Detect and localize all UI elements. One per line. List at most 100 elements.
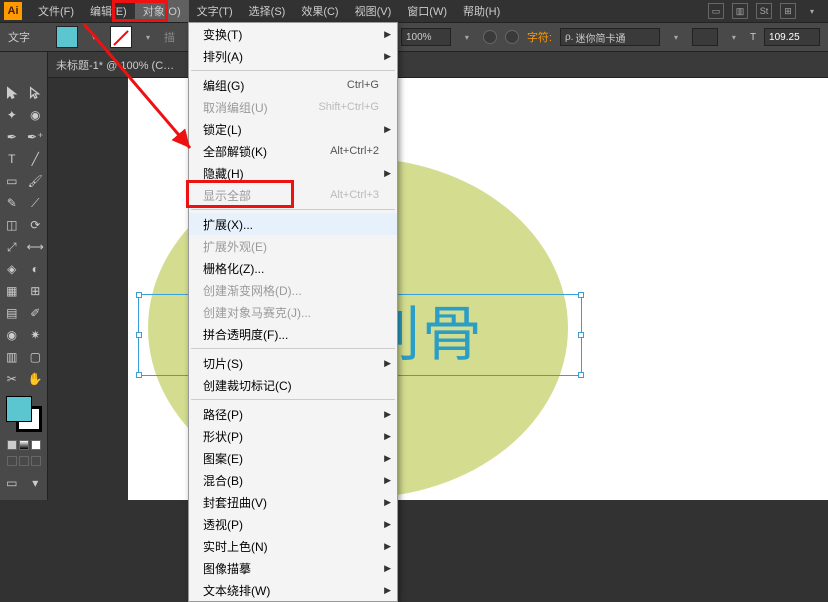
menu-type[interactable]: 文字(T) bbox=[189, 0, 241, 22]
font-dropdown-icon[interactable]: ▾ bbox=[668, 29, 684, 45]
handle-ml[interactable] bbox=[136, 332, 142, 338]
mesh-tool[interactable]: ⊞ bbox=[24, 280, 48, 302]
eraser-tool[interactable]: ◫ bbox=[0, 214, 24, 236]
menu-item-P[interactable]: 形状(P)▶ bbox=[189, 425, 397, 447]
menu-item-V[interactable]: 封套扭曲(V)▶ bbox=[189, 491, 397, 513]
screen-mode-tool[interactable]: ▭ bbox=[0, 472, 24, 494]
character-label: 字符: bbox=[527, 29, 552, 45]
menu-item-A[interactable]: 排列(A)▶ bbox=[189, 45, 397, 67]
selection-tool[interactable] bbox=[0, 82, 24, 104]
doc-setup-icon[interactable]: St bbox=[756, 3, 772, 19]
blend-tool[interactable]: ◉ bbox=[0, 324, 24, 346]
gradient-mode-icon[interactable] bbox=[19, 440, 29, 450]
menu-item-Z[interactable]: 栅格化(Z)... bbox=[189, 257, 397, 279]
none-mode-icon[interactable] bbox=[31, 440, 41, 450]
handle-tr[interactable] bbox=[578, 292, 584, 298]
menu-view[interactable]: 视图(V) bbox=[347, 0, 400, 22]
artboard-tool[interactable]: ▢ bbox=[24, 346, 48, 368]
menu-item-D: 创建渐变网格(D)... bbox=[189, 279, 397, 301]
draw-behind-icon[interactable] bbox=[19, 456, 29, 466]
lasso-tool[interactable]: ◉ bbox=[24, 104, 48, 126]
menu-item-J: 创建对象马赛克(J)... bbox=[189, 301, 397, 323]
menu-item-H[interactable]: 隐藏(H)▶ bbox=[189, 162, 397, 184]
menu-effect[interactable]: 效果(C) bbox=[293, 0, 346, 22]
menu-item-P[interactable]: 透视(P)▶ bbox=[189, 513, 397, 535]
color-mode-icon[interactable] bbox=[7, 440, 17, 450]
stroke-dropdown-icon[interactable]: ▾ bbox=[140, 29, 156, 45]
menu-window[interactable]: 窗口(W) bbox=[399, 0, 455, 22]
menu-select[interactable]: 选择(S) bbox=[241, 0, 294, 22]
zoom-input[interactable]: 100% bbox=[401, 28, 451, 46]
graph-tool[interactable]: ▥ bbox=[0, 346, 24, 368]
color-swatches[interactable] bbox=[6, 396, 42, 432]
menu-item-: 显示全部Alt+Ctrl+3 bbox=[189, 184, 397, 206]
menu-item-G[interactable]: 编组(G)Ctrl+G bbox=[189, 74, 397, 96]
menu-item-B[interactable]: 混合(B)▶ bbox=[189, 469, 397, 491]
font-style-input[interactable] bbox=[692, 28, 718, 46]
font-size-input[interactable]: 109.25 bbox=[764, 28, 820, 46]
rectangle-tool[interactable]: ▭ bbox=[0, 170, 24, 192]
layout2-icon[interactable]: ▥ bbox=[732, 3, 748, 19]
line-tool[interactable]: ╱ bbox=[24, 148, 48, 170]
menu-item-X[interactable]: 扩展(X)... bbox=[189, 213, 397, 235]
menu-item-W[interactable]: 文本绕排(W)▶ bbox=[189, 579, 397, 601]
perspective-tool[interactable]: ▦ bbox=[0, 280, 24, 302]
menu-item-S[interactable]: 切片(S)▶ bbox=[189, 352, 397, 374]
menu-item-[interactable]: 图像描摹▶ bbox=[189, 557, 397, 579]
gradient-tool[interactable]: ▤ bbox=[0, 302, 24, 324]
type-tool[interactable]: T bbox=[0, 148, 24, 170]
draw-normal-icon[interactable] bbox=[7, 456, 17, 466]
document-tab[interactable]: 未标题-1* @ 100% (C… bbox=[48, 52, 828, 78]
menu-item-F[interactable]: 拼合透明度(F)... bbox=[189, 323, 397, 345]
menu-item-L[interactable]: 锁定(L)▶ bbox=[189, 118, 397, 140]
menubar-icons: ▭ ▥ St ⊞ ▾ bbox=[708, 3, 828, 19]
font-family-input[interactable]: ρ.迷你简卡通 bbox=[560, 28, 660, 46]
pen-tool[interactable]: ✒ bbox=[0, 126, 24, 148]
draw-inside-icon[interactable] bbox=[31, 456, 41, 466]
menu-file[interactable]: 文件(F) bbox=[30, 0, 82, 22]
rotate-tool[interactable]: ⟳ bbox=[24, 214, 48, 236]
fill-color[interactable] bbox=[6, 396, 32, 422]
fill-dropdown-icon[interactable]: ▾ bbox=[86, 29, 102, 45]
layout-icon[interactable]: ▭ bbox=[708, 3, 724, 19]
menu-edit[interactable]: 编辑(E) bbox=[82, 0, 135, 22]
handle-bl[interactable] bbox=[136, 372, 142, 378]
fontstyle-dropdown-icon[interactable]: ▾ bbox=[726, 29, 742, 45]
direct-select-tool[interactable] bbox=[24, 82, 48, 104]
paintbrush-tool[interactable]: 🖌 bbox=[24, 170, 48, 192]
handle-tl[interactable] bbox=[136, 292, 142, 298]
arrange-icon[interactable]: ⊞ bbox=[780, 3, 796, 19]
shape-builder-tool[interactable]: ◐ bbox=[24, 258, 48, 280]
free-transform-tool[interactable]: ◈ bbox=[0, 258, 24, 280]
hand-tool[interactable]: ✋ bbox=[24, 368, 48, 390]
scale-tool[interactable]: ⤢ bbox=[0, 236, 24, 258]
proof2-btn[interactable] bbox=[505, 30, 519, 44]
menu-item-E[interactable]: 图案(E)▶ bbox=[189, 447, 397, 469]
fill-swatch[interactable] bbox=[56, 26, 78, 48]
proof-btn[interactable] bbox=[483, 30, 497, 44]
handle-mr[interactable] bbox=[578, 332, 584, 338]
menu-item-P[interactable]: 路径(P)▶ bbox=[189, 403, 397, 425]
blob-brush-tool[interactable]: ⟋ bbox=[24, 192, 48, 214]
symbol-sprayer-tool[interactable]: ✷ bbox=[24, 324, 48, 346]
screen-mode-dropdown[interactable]: ▾ bbox=[24, 472, 48, 494]
arrange-dropdown-icon[interactable]: ▾ bbox=[804, 3, 820, 19]
menu-item-T[interactable]: 变换(T)▶ bbox=[189, 23, 397, 45]
pencil-tool[interactable]: ✎ bbox=[0, 192, 24, 214]
menu-item-K[interactable]: 全部解锁(K)Alt+Ctrl+2 bbox=[189, 140, 397, 162]
eyedropper-tool[interactable]: ✐ bbox=[24, 302, 48, 324]
add-anchor-tool[interactable]: ✒⁺ bbox=[24, 126, 48, 148]
options-bar: 文字 ▾ ▾ 描 100% ▾ 字符: ρ.迷你简卡通 ▾ ▾ T 109.25 bbox=[0, 22, 828, 52]
menu-item-E: 扩展外观(E) bbox=[189, 235, 397, 257]
menu-help[interactable]: 帮助(H) bbox=[455, 0, 508, 22]
handle-br[interactable] bbox=[578, 372, 584, 378]
menu-item-N[interactable]: 实时上色(N)▶ bbox=[189, 535, 397, 557]
slice-tool[interactable]: ✂ bbox=[0, 368, 24, 390]
magic-wand-tool[interactable]: ✦ bbox=[0, 104, 24, 126]
stroke-swatch[interactable] bbox=[110, 26, 132, 48]
zoom-dropdown-icon[interactable]: ▾ bbox=[459, 29, 475, 45]
workspace: ✦◉ ✒✒⁺ T╱ ▭🖌 ✎⟋ ◫⟳ ⤢⟷ ◈◐ ▦⊞ ▤✐ ◉✷ ▥▢ ✂✋ … bbox=[0, 52, 828, 500]
width-tool[interactable]: ⟷ bbox=[24, 236, 48, 258]
menu-object[interactable]: 对象(O) bbox=[135, 0, 189, 22]
menu-item-C[interactable]: 创建裁切标记(C) bbox=[189, 374, 397, 396]
